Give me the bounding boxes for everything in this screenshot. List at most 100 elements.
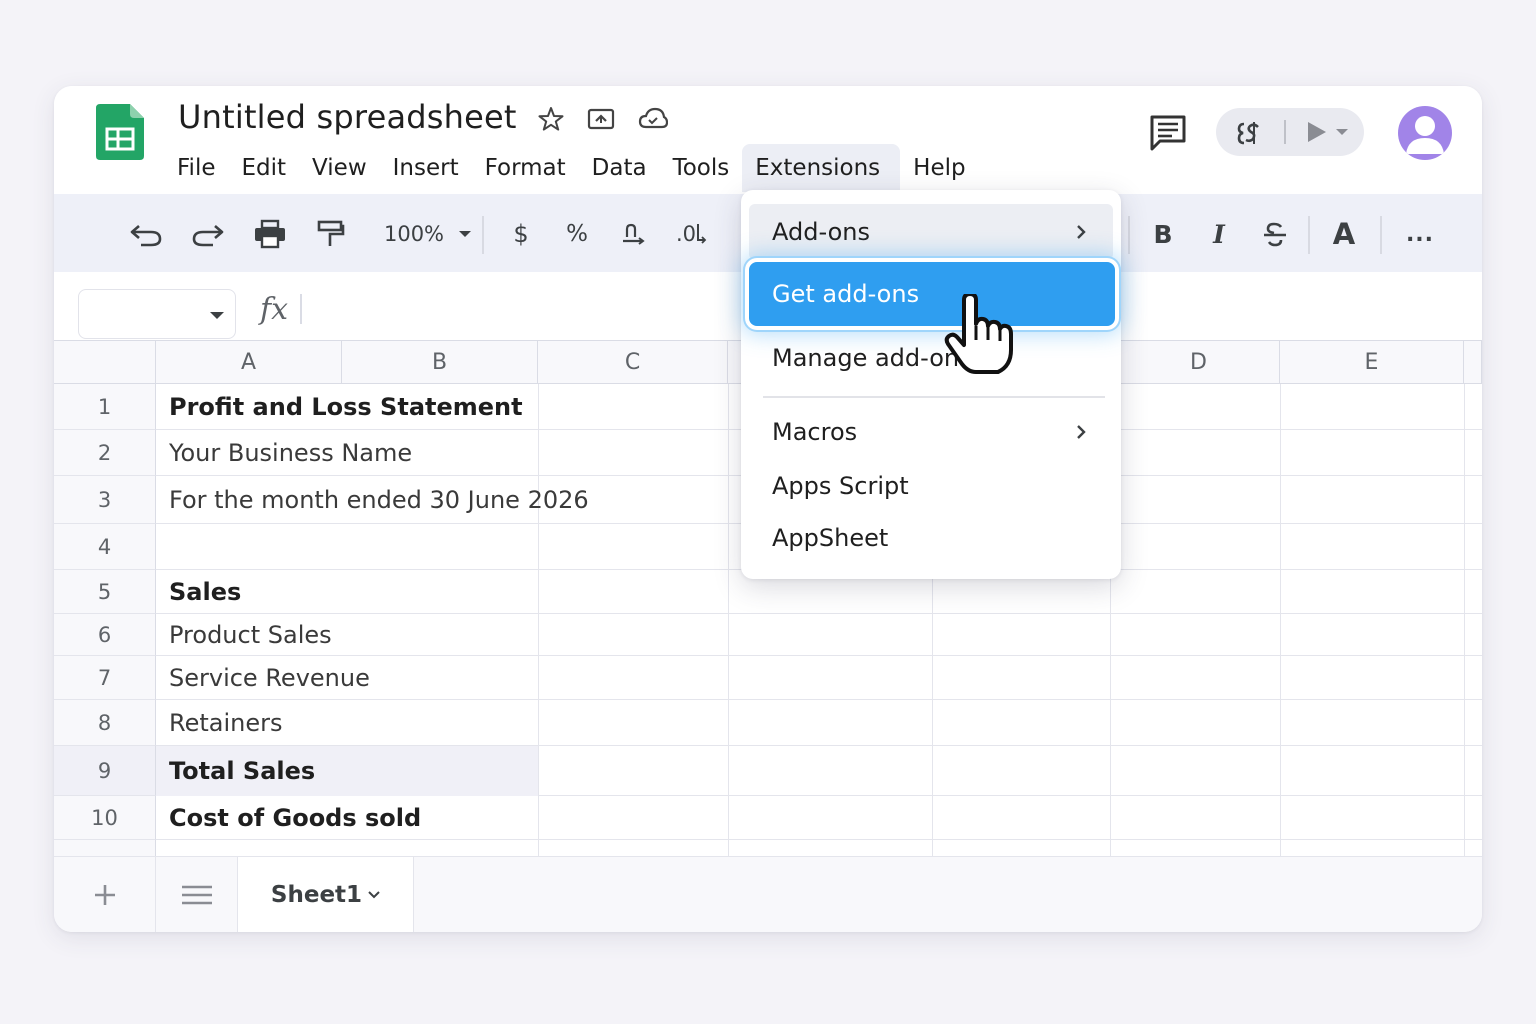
row-header[interactable]: 6 <box>54 614 156 656</box>
menu-item-label: Add-ons <box>772 218 870 246</box>
app-header: Untitled spreadsheet File Edit View Inse… <box>54 86 1482 194</box>
row-header[interactable]: 4 <box>54 524 156 570</box>
sheets-logo-icon[interactable] <box>96 104 144 160</box>
menu-item-apps-script[interactable]: Apps Script <box>749 458 1113 514</box>
chevron-right-icon <box>1077 225 1086 239</box>
sheet-tab-label: Sheet1 <box>270 882 363 908</box>
decrease-decimal-icon[interactable] <box>616 214 652 254</box>
menu-format[interactable]: Format <box>472 144 579 192</box>
row-header[interactable]: 2 <box>54 430 156 476</box>
toolbar-divider <box>1380 216 1382 254</box>
menu-item-get-add-ons[interactable]: Get add-ons <box>749 262 1115 326</box>
sheet-tab-bar: Sheet1 <box>54 856 1482 932</box>
menu-file[interactable]: File <box>164 144 229 192</box>
menu-data[interactable]: Data <box>579 144 660 192</box>
menu-item-manage-add-ons[interactable]: Manage add-ons <box>749 330 1113 386</box>
all-sheets-button[interactable] <box>156 857 238 932</box>
chevron-down-icon[interactable] <box>1334 126 1350 138</box>
menu-tools[interactable]: Tools <box>660 144 743 192</box>
chevron-down-icon[interactable] <box>209 310 225 322</box>
table-row[interactable] <box>156 614 1482 656</box>
table-row[interactable] <box>156 700 1482 746</box>
menu-help[interactable]: Help <box>900 144 978 192</box>
menu-item-macros[interactable]: Macros <box>749 404 1113 460</box>
print-icon[interactable] <box>250 214 290 254</box>
text-color-button[interactable]: A <box>1328 214 1360 254</box>
plus-icon <box>94 885 115 905</box>
cell-a7[interactable]: Service Revenue <box>169 656 370 700</box>
column-header-e[interactable]: E <box>1280 340 1464 384</box>
fx-label: fx <box>260 292 289 327</box>
cell-a1[interactable]: Profit and Loss Statement <box>169 384 523 430</box>
menu-item-appsheet[interactable]: AppSheet <box>749 510 1113 566</box>
decimal-label: .0 <box>675 222 697 246</box>
select-all-corner[interactable] <box>54 340 156 384</box>
row-header[interactable]: 9 <box>54 746 156 796</box>
redo-icon[interactable] <box>188 214 228 254</box>
formula-divider <box>300 294 302 324</box>
zoom-select[interactable]: 100% <box>380 214 476 254</box>
menu-item-label: AppSheet <box>772 524 889 552</box>
document-title[interactable]: Untitled spreadsheet <box>178 98 517 136</box>
chevron-down-icon <box>368 891 380 899</box>
column-header-c[interactable]: C <box>538 340 728 384</box>
more-options-button[interactable]: ... <box>1404 214 1436 254</box>
currency-format-button[interactable]: $ <box>504 214 538 254</box>
cell-a2[interactable]: Your Business Name <box>169 430 412 476</box>
menu-item-add-ons[interactable]: Add-ons <box>749 204 1113 260</box>
arrow-right-icon <box>697 224 707 244</box>
present-icon[interactable] <box>1304 120 1328 144</box>
zoom-value: 100% <box>383 222 445 246</box>
cloud-status-icon[interactable] <box>638 104 668 134</box>
menu-edit[interactable]: Edit <box>229 144 300 192</box>
name-box[interactable] <box>78 289 236 339</box>
row-header[interactable]: 3 <box>54 476 156 524</box>
account-avatar-icon[interactable] <box>1398 106 1452 160</box>
percent-format-button[interactable]: % <box>560 214 594 254</box>
toolbar-divider <box>1308 216 1310 254</box>
column-header-a[interactable]: A <box>156 340 342 384</box>
chevron-right-icon <box>1077 425 1086 439</box>
cell-a8[interactable]: Retainers <box>169 700 283 746</box>
extensions-menu: Add-ons Get add-ons Manage add-ons Macro… <box>741 190 1121 579</box>
chevron-down-icon <box>459 231 472 237</box>
move-to-folder-icon[interactable] <box>586 104 616 134</box>
menu-extensions[interactable]: Extensions <box>742 144 901 192</box>
menu-view[interactable]: View <box>299 144 380 192</box>
paint-format-icon[interactable] <box>310 214 350 254</box>
row-header[interactable]: 5 <box>54 570 156 614</box>
strikethrough-icon[interactable] <box>1260 214 1290 254</box>
cell-a6[interactable]: Product Sales <box>169 614 332 656</box>
column-header-b[interactable]: B <box>342 340 538 384</box>
increase-decimal-button[interactable]: .0 <box>672 214 712 254</box>
row-header[interactable] <box>54 840 156 856</box>
menu-insert[interactable]: Insert <box>380 144 472 192</box>
italic-button[interactable]: I <box>1204 214 1234 254</box>
add-sheet-button[interactable] <box>54 857 156 932</box>
row-header[interactable]: 10 <box>54 796 156 840</box>
menu-item-label: Get add-ons <box>772 280 920 308</box>
toolbar-divider <box>1128 216 1130 254</box>
menu-bar: File Edit View Insert Format Data Tools … <box>164 144 979 192</box>
present-button-group[interactable] <box>1216 108 1364 156</box>
cell-a3[interactable]: For the month ended 30 June 2026 <box>169 476 589 524</box>
undo-icon[interactable] <box>126 214 166 254</box>
menu-item-label: Apps Script <box>772 472 909 500</box>
sheet-tab-sheet1[interactable]: Sheet1 <box>238 857 414 932</box>
row-header[interactable]: 1 <box>54 384 156 430</box>
toolbar-divider <box>482 216 484 254</box>
cell-a9[interactable]: Total Sales <box>169 746 315 796</box>
menu-item-label: Macros <box>772 418 858 446</box>
star-icon[interactable] <box>536 104 566 134</box>
menu-divider <box>763 396 1105 398</box>
cell-a5[interactable]: Sales <box>169 570 241 614</box>
bold-button[interactable]: B <box>1148 214 1178 254</box>
row-header[interactable]: 8 <box>54 700 156 746</box>
cell-a10[interactable]: Cost of Goods sold <box>169 796 421 840</box>
menu-lines-icon <box>181 885 212 905</box>
comments-icon[interactable] <box>1148 112 1188 152</box>
row-header[interactable]: 7 <box>54 656 156 700</box>
pointer-hand-icon <box>944 294 1013 374</box>
appscript-icon[interactable] <box>1236 118 1266 148</box>
column-header-f[interactable] <box>1464 340 1482 384</box>
